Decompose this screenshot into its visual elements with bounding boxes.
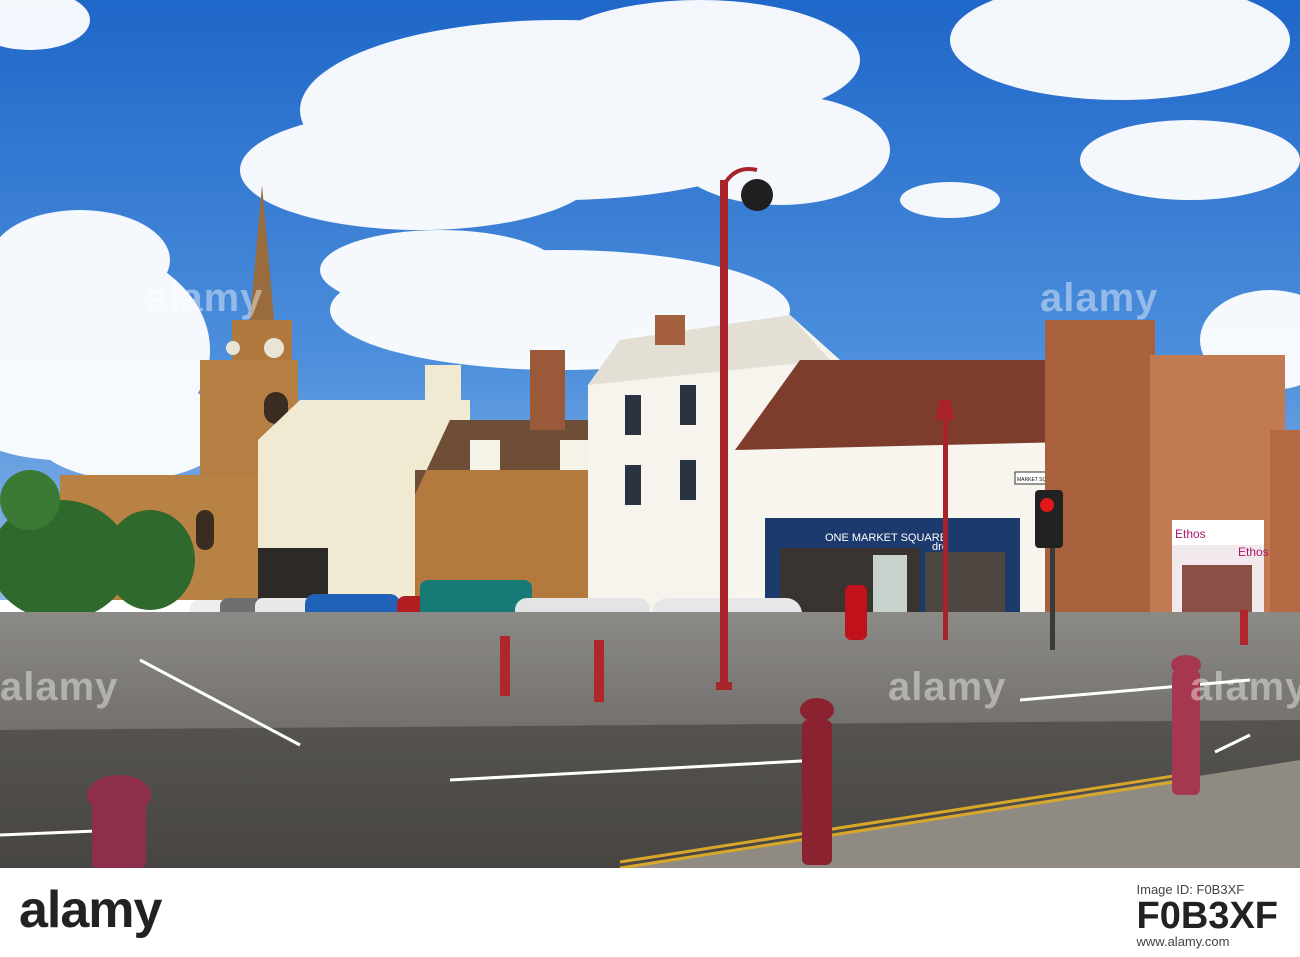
stock-footer: alamy Image ID: F0B3XF F0B3XF www.alamy.… [0, 868, 1300, 957]
post-box [845, 585, 867, 640]
store-sign: Ethos [1175, 527, 1206, 541]
alamy-logo: alamy [19, 881, 162, 939]
shop-sign: ONE MARKET SQUARE [825, 532, 947, 544]
stock-photo-frame: ONE MARKET SQUARE drc MARKET SQUARE Etho… [0, 0, 1300, 957]
brick-building: Ethos Ethos [1045, 320, 1300, 640]
store-sign-2: Ethos [1238, 545, 1269, 559]
image-id: F0B3XF [1136, 895, 1278, 937]
market-square-photo: ONE MARKET SQUARE drc MARKET SQUARE Etho… [0, 0, 1300, 868]
image-id-block: Image ID: F0B3XF F0B3XF www.alamy.com [1137, 882, 1278, 949]
